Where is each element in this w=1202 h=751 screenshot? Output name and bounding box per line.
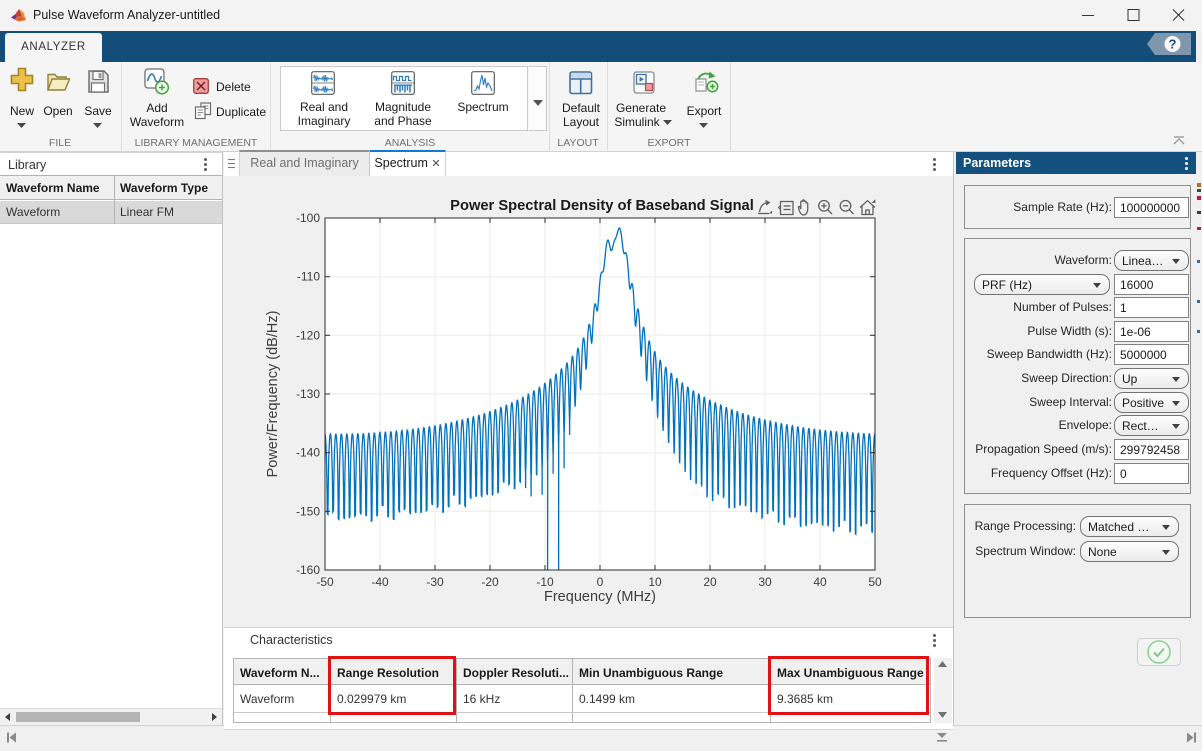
svg-text:20: 20	[703, 575, 717, 589]
svg-text:30: 30	[758, 575, 772, 589]
svg-text:-110: -110	[297, 270, 320, 284]
svg-text:-120: -120	[296, 328, 320, 342]
svg-text:0: 0	[597, 575, 604, 589]
svg-text:-150: -150	[296, 504, 320, 518]
svg-text:50: 50	[868, 575, 882, 589]
svg-text:?: ?	[1169, 37, 1177, 52]
svg-text:40: 40	[813, 575, 827, 589]
svg-text:-140: -140	[296, 446, 320, 460]
svg-text:-30: -30	[426, 575, 444, 589]
svg-text:10: 10	[648, 575, 662, 589]
svg-text:-50: -50	[316, 575, 334, 589]
svg-text:-100: -100	[296, 211, 320, 225]
svg-text:-160: -160	[296, 563, 320, 577]
svg-text:-130: -130	[296, 387, 320, 401]
svg-text:-10: -10	[536, 575, 554, 589]
svg-text:-40: -40	[371, 575, 389, 589]
svg-text:Frequency (MHz): Frequency (MHz)	[544, 589, 656, 605]
svg-text:-20: -20	[481, 575, 499, 589]
svg-text:Power/Frequency (dB/Hz): Power/Frequency (dB/Hz)	[265, 311, 281, 478]
